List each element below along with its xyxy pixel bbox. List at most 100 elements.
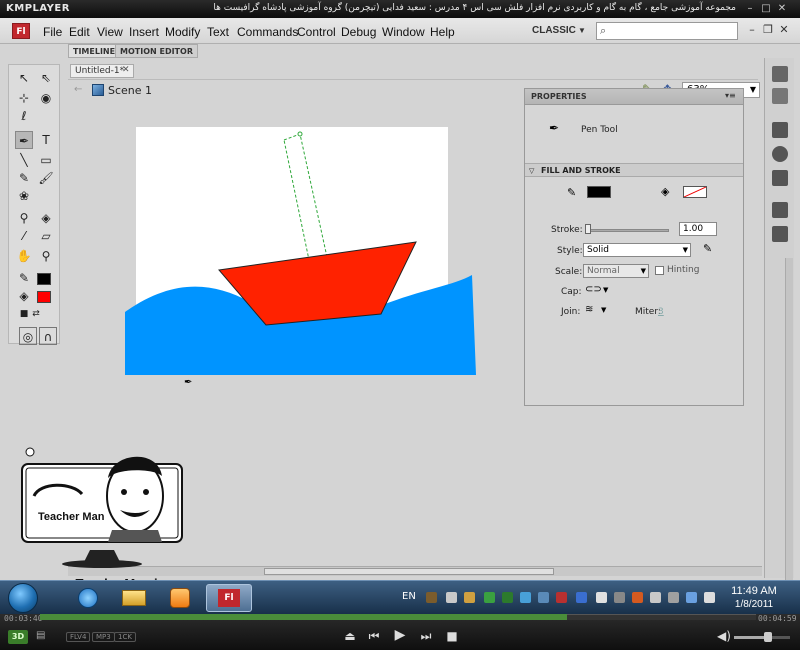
clock-time[interactable]: 11:49 AM xyxy=(724,585,784,597)
edit-stroke-style-icon[interactable]: ✎ xyxy=(703,242,712,255)
rectangle-tool-icon[interactable]: ▭ xyxy=(37,151,55,169)
panel-menu-icon[interactable]: ▾≡ xyxy=(725,91,736,100)
object-drawing-icon[interactable]: ◎ xyxy=(19,327,37,345)
stroke-color-chip[interactable] xyxy=(587,186,611,198)
minimize-icon[interactable]: – xyxy=(744,3,756,15)
3d-rotation-tool-icon[interactable]: ◉ xyxy=(37,89,55,107)
tray-flag-icon[interactable] xyxy=(650,592,661,603)
3d-badge[interactable]: 3D xyxy=(8,630,28,644)
menu-debug[interactable]: Debug xyxy=(341,25,376,39)
tray-network-icon[interactable] xyxy=(484,592,495,603)
scene-name[interactable]: Scene 1 xyxy=(108,84,152,97)
menu-commands[interactable]: Commands xyxy=(237,25,298,39)
library-panel-icon[interactable] xyxy=(772,202,788,218)
tray-usb-icon[interactable] xyxy=(614,592,625,603)
scrollbar-thumb[interactable] xyxy=(264,568,554,575)
swatches-panel-icon[interactable] xyxy=(772,88,788,104)
tray-cd-icon[interactable] xyxy=(596,592,607,603)
fill-color-chip[interactable] xyxy=(683,186,707,198)
menu-window[interactable]: Window xyxy=(382,25,425,39)
maximize-icon[interactable]: □ xyxy=(760,3,772,15)
menu-file[interactable]: File xyxy=(43,25,62,39)
tray-display-icon[interactable] xyxy=(686,592,697,603)
eraser-tool-icon[interactable]: ▱ xyxy=(37,227,55,245)
lasso-tool-icon[interactable]: ℓ xyxy=(15,107,33,125)
color-panel-icon[interactable] xyxy=(772,66,788,82)
fill-stroke-section-header[interactable]: ▽ FILL AND STROKE xyxy=(525,163,743,177)
volume-icon[interactable]: ◀) xyxy=(716,629,732,643)
tab-motion-editor[interactable]: MOTION EDITOR xyxy=(115,44,198,58)
taskbar-ie-icon[interactable] xyxy=(66,584,110,612)
scale-select[interactable]: Normal ▼ xyxy=(583,264,649,278)
help-search-input[interactable]: ⌕ xyxy=(596,22,738,40)
tray-app2-icon[interactable] xyxy=(632,592,643,603)
chevron-down-icon[interactable]: ▼ xyxy=(601,306,606,314)
menu-control[interactable]: Control xyxy=(297,25,336,39)
pencil-tool-icon[interactable]: ✎ xyxy=(15,169,33,187)
stage-canvas[interactable]: ✒ xyxy=(100,120,520,400)
clock-date[interactable]: 1/8/2011 xyxy=(724,599,784,610)
settings-icon[interactable]: ▤ xyxy=(36,630,45,641)
join-style-icon[interactable]: ≋ xyxy=(585,304,593,315)
stop-icon[interactable]: ■ xyxy=(444,629,460,643)
taskbar-explorer-icon[interactable] xyxy=(112,584,156,612)
paint-bucket-tool-icon[interactable]: ◈ xyxy=(37,209,55,227)
menu-edit[interactable]: Edit xyxy=(69,25,90,39)
subselection-tool-icon[interactable]: ⇖ xyxy=(37,69,55,87)
volume-knob[interactable] xyxy=(763,632,772,642)
components-panel-icon[interactable] xyxy=(772,226,788,242)
stroke-width-field[interactable]: 1.00 xyxy=(679,222,717,236)
stroke-color-swatch[interactable] xyxy=(37,273,51,285)
anchor-point[interactable] xyxy=(297,131,303,137)
vertical-scrollbar[interactable] xyxy=(785,258,793,618)
bone-tool-icon[interactable]: ⚲ xyxy=(15,209,33,227)
hand-tool-icon[interactable]: ✋ xyxy=(15,247,33,265)
menu-modify[interactable]: Modify xyxy=(165,25,200,39)
selection-tool-icon[interactable]: ↖ xyxy=(15,69,33,87)
hinting-checkbox[interactable] xyxy=(655,266,664,275)
tray-power-icon[interactable] xyxy=(668,592,679,603)
close-icon[interactable]: ✕ xyxy=(122,65,130,75)
cap-style-icon[interactable]: ⊂⊃ xyxy=(585,284,602,295)
tray-monitor-icon[interactable] xyxy=(538,592,549,603)
free-transform-tool-icon[interactable]: ⊹ xyxy=(15,89,33,107)
stroke-slider-track[interactable] xyxy=(585,229,669,232)
swap-colors-icon[interactable]: ⇄ xyxy=(27,305,45,323)
app-restore-icon[interactable]: ❐ xyxy=(762,24,774,36)
close-icon[interactable]: ✕ xyxy=(776,3,788,15)
workspace-switcher[interactable]: CLASSIC ▼ xyxy=(524,22,586,40)
tray-volume-icon[interactable] xyxy=(704,592,715,603)
next-icon[interactable]: ⏭ xyxy=(418,629,434,644)
taskbar-flash-icon[interactable]: Fl xyxy=(206,584,252,612)
text-tool-icon[interactable]: T xyxy=(37,131,55,149)
miter-value[interactable]: 3 xyxy=(658,307,664,317)
start-button[interactable] xyxy=(8,583,38,613)
play-icon[interactable]: ▶ xyxy=(392,627,408,643)
transform-panel-icon[interactable] xyxy=(772,170,788,186)
tray-update-icon[interactable] xyxy=(520,592,531,603)
menu-insert[interactable]: Insert xyxy=(129,25,159,39)
fill-color-swatch[interactable] xyxy=(37,291,51,303)
menu-view[interactable]: View xyxy=(97,25,123,39)
stroke-style-select[interactable]: Solid ▼ xyxy=(583,243,691,257)
snap-to-objects-icon[interactable]: ∩ xyxy=(39,327,57,345)
tray-antivirus-icon[interactable] xyxy=(556,592,567,603)
menu-text[interactable]: Text xyxy=(207,25,229,39)
tray-play-icon[interactable] xyxy=(502,592,513,603)
chevron-down-icon[interactable]: ▼ xyxy=(603,286,608,294)
brush-tool-icon[interactable]: 🖌 xyxy=(37,169,55,187)
language-indicator[interactable]: EN xyxy=(402,591,416,602)
align-panel-icon[interactable] xyxy=(772,122,788,138)
eject-icon[interactable]: ⏏ xyxy=(342,629,358,643)
tray-app-icon[interactable] xyxy=(464,592,475,603)
tray-keyboard-icon[interactable] xyxy=(426,592,437,603)
zoom-tool-icon[interactable]: ⚲ xyxy=(37,247,55,265)
stroke-slider-thumb[interactable] xyxy=(585,224,591,234)
app-minimize-icon[interactable]: – xyxy=(746,24,758,36)
tray-shield-icon[interactable] xyxy=(446,592,457,603)
line-tool-icon[interactable]: ╲ xyxy=(15,151,33,169)
menu-help[interactable]: Help xyxy=(430,25,455,39)
eyedropper-tool-icon[interactable]: ⁄ xyxy=(15,227,33,245)
back-arrow-icon[interactable]: ← xyxy=(74,84,82,95)
pen-tool-icon[interactable]: ✒ xyxy=(15,131,33,149)
